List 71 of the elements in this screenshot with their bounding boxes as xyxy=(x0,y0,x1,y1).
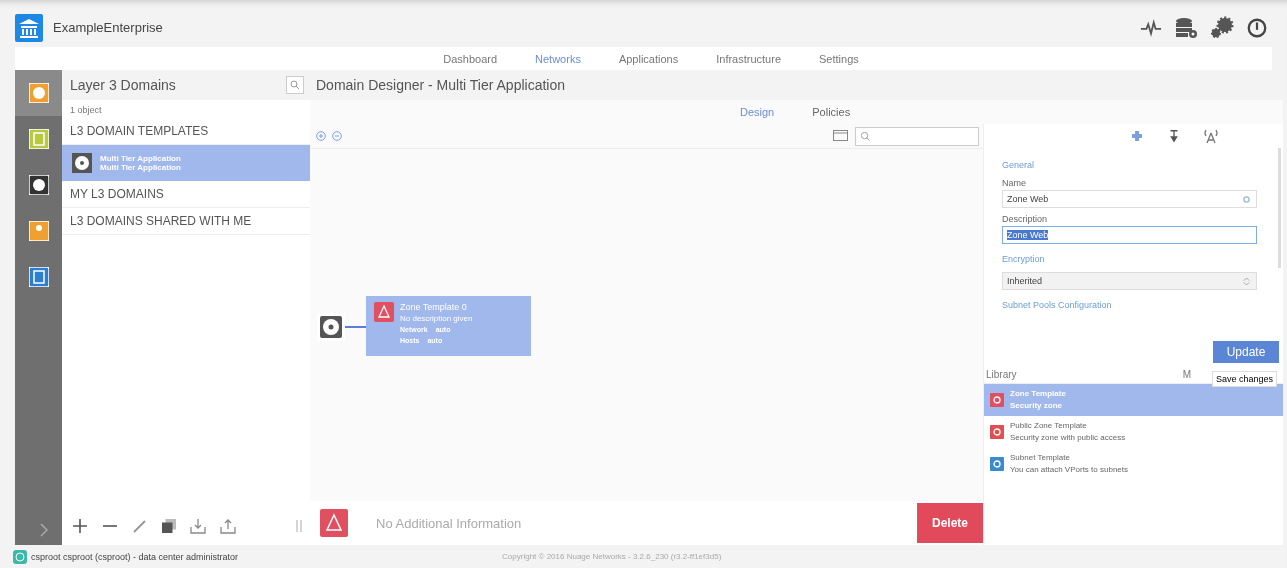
designer-tab[interactable]: Design xyxy=(740,106,775,118)
public-template-icon xyxy=(990,425,1004,439)
zone-icon xyxy=(374,302,394,322)
info-text: No Additional Information xyxy=(376,515,523,531)
zone-icon xyxy=(320,509,348,537)
search-icon[interactable] xyxy=(286,76,304,94)
brand-name: ExampleEnterprise xyxy=(53,20,163,35)
update-button[interactable]: Update xyxy=(1213,341,1279,363)
item-subtitle: You can attach VPorts to subnets xyxy=(1010,464,1128,476)
chevron-right-icon[interactable] xyxy=(40,523,48,537)
search-icon xyxy=(860,130,871,142)
bank-logo-icon xyxy=(15,13,43,42)
zone-title: Zone Template 0 xyxy=(400,302,468,313)
copy-icon[interactable] xyxy=(162,519,176,533)
add-icon[interactable] xyxy=(72,518,88,534)
spinner-icon xyxy=(1243,276,1250,286)
item-subtitle: Multi Tier Application xyxy=(100,163,181,172)
database-gear-icon[interactable] xyxy=(1174,15,1198,40)
gear-icon xyxy=(1243,195,1250,203)
item-subtitle: Security zone with public access xyxy=(1010,432,1126,444)
section-header[interactable]: MY L3 DOMAINS xyxy=(62,181,310,208)
item-title: Subnet Template xyxy=(1010,452,1071,464)
encryption-select[interactable]: Inherited xyxy=(1002,272,1257,290)
nav-tab[interactable]: Settings xyxy=(819,52,859,65)
delete-button[interactable]: Delete xyxy=(917,503,983,543)
item-title: Multi Tier Application xyxy=(100,154,181,163)
library-item[interactable]: Public Zone Template Security zone with public access xyxy=(984,416,1283,448)
field-label: Description xyxy=(1002,214,1049,224)
item-subtitle: Security zone xyxy=(1010,400,1063,412)
window-icon[interactable] xyxy=(833,130,849,142)
nav-tab[interactable]: Dashboard xyxy=(443,52,498,65)
library-title: Library xyxy=(986,368,1017,380)
subnet-template-icon xyxy=(990,457,1004,471)
section-title: Subnet Pools Configuration xyxy=(1002,300,1113,310)
item-title: Zone Template xyxy=(1010,388,1066,400)
panel-title: Layer 3 Domains xyxy=(70,77,177,93)
object-count: 1 object xyxy=(69,104,103,117)
designer-title: Domain Designer - Multi Tier Application xyxy=(316,77,565,93)
domains-icon xyxy=(28,83,49,103)
user-info: csproot csproot (csproot) - data center administrator xyxy=(31,551,239,562)
user-avatar-icon xyxy=(13,549,27,564)
remove-icon[interactable] xyxy=(102,524,118,528)
section-title: Encryption xyxy=(1002,254,1046,264)
item-title: Public Zone Template xyxy=(1010,420,1088,432)
zone-description: No description given xyxy=(400,313,473,324)
nav-tab[interactable]: Infrastructure xyxy=(716,52,782,65)
nav-tab[interactable]: Networks xyxy=(535,52,581,65)
zone-template-icon xyxy=(990,393,1004,407)
zoom-out-icon[interactable] xyxy=(332,131,342,141)
designer-tab[interactable]: Policies xyxy=(812,106,851,118)
domain-icon xyxy=(72,153,92,173)
description-field[interactable]: Zone Web xyxy=(1002,226,1257,244)
search-field[interactable] xyxy=(855,126,979,146)
upload-icon[interactable] xyxy=(220,518,236,534)
nav-tab[interactable]: Applications xyxy=(618,52,679,65)
zoom-in-icon[interactable] xyxy=(316,131,326,141)
gears-icon[interactable] xyxy=(1210,15,1234,40)
column-header: M xyxy=(1182,368,1191,380)
section-header[interactable]: L3 DOMAINS SHARED WITH ME xyxy=(62,208,310,235)
library-item[interactable]: Subnet Template You can attach VPorts to subnets xyxy=(984,448,1283,480)
download-icon[interactable] xyxy=(190,518,206,534)
tooltip: Save changes xyxy=(1211,371,1277,387)
pencil-icon[interactable] xyxy=(132,518,148,534)
domain-node-icon[interactable] xyxy=(317,313,345,341)
section-title: General xyxy=(1002,160,1036,170)
connector-line xyxy=(345,326,366,328)
resize-grip-icon[interactable] xyxy=(296,520,302,532)
field-label: Name xyxy=(1002,178,1027,188)
copyright-text: Copyright © 2016 Nuage Networks - 3.2.6_230 (r3.2-ff1ef3d5) xyxy=(502,552,722,561)
name-field[interactable]: Zone Web xyxy=(1002,190,1257,208)
power-icon[interactable] xyxy=(1246,16,1268,39)
